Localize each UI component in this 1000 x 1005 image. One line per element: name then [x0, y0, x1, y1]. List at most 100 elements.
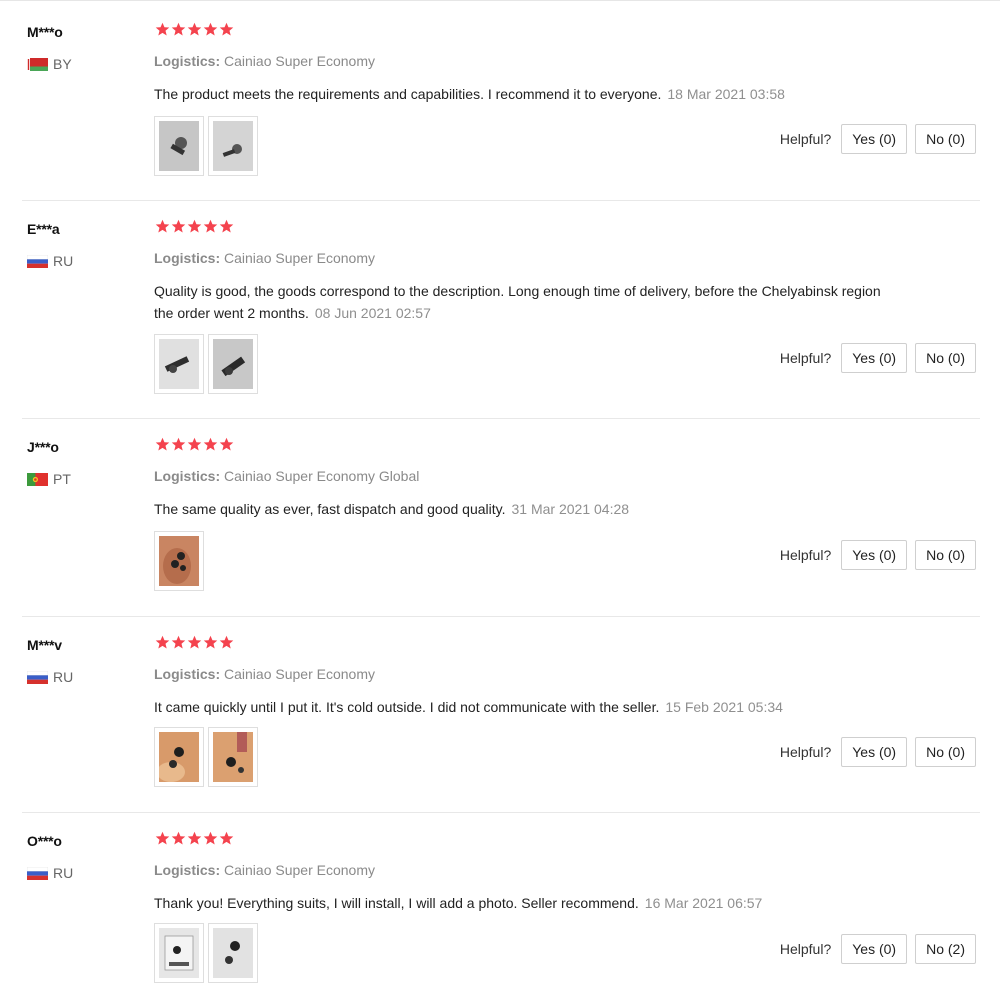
review-date: 08 Jun 2021 02:57: [314, 305, 431, 321]
star-icon: [203, 219, 218, 233]
review-text: It came quickly until I put it. It's col…: [154, 696, 884, 718]
star-icon: [219, 635, 234, 649]
star-icon: [203, 635, 218, 649]
star-rating: [155, 635, 234, 650]
star-icon: [219, 22, 234, 36]
review-photo-thumbnail[interactable]: [154, 116, 204, 176]
review-body: The product meets the requirements and c…: [154, 86, 662, 102]
logistics-value: Cainiao Super Economy: [224, 862, 375, 878]
review-photo-thumbnail[interactable]: [208, 116, 258, 176]
review-photo-thumbnail[interactable]: [154, 531, 204, 591]
review-item: J***o PT Logistics: Cainiao Super Econom…: [0, 415, 1000, 611]
review-photo-thumbnail[interactable]: [208, 923, 258, 983]
star-rating: [155, 219, 234, 234]
star-icon: [155, 437, 170, 451]
star-icon: [219, 437, 234, 451]
review-text: Quality is good, the goods correspond to…: [154, 280, 884, 324]
logistics-value: Cainiao Super Economy: [224, 53, 375, 69]
helpful-label: Helpful?: [779, 744, 832, 760]
helpful-vote: Helpful? Yes (0) No (0): [780, 540, 976, 570]
review-photo-thumbnail[interactable]: [208, 334, 258, 394]
logistics-info: Logistics: Cainiao Super Economy: [154, 53, 375, 69]
star-icon: [203, 831, 218, 845]
star-icon: [171, 831, 186, 845]
logistics-label: Logistics:: [154, 862, 221, 878]
star-icon: [171, 219, 186, 233]
review-date: 16 Mar 2021 06:57: [644, 895, 763, 911]
helpful-vote: Helpful? Yes (0) No (0): [780, 343, 976, 373]
helpful-no-button[interactable]: No (0): [915, 343, 976, 373]
helpful-yes-button[interactable]: Yes (0): [841, 540, 908, 570]
helpful-no-button[interactable]: No (2): [915, 934, 976, 964]
star-icon: [155, 219, 170, 233]
star-icon: [187, 22, 202, 36]
logistics-label: Logistics:: [154, 468, 221, 484]
review-body: The same quality as ever, fast dispatch …: [154, 501, 506, 517]
helpful-no-button[interactable]: No (0): [915, 540, 976, 570]
star-icon: [155, 22, 170, 36]
helpful-label: Helpful?: [779, 131, 832, 147]
logistics-info: Logistics: Cainiao Super Economy: [154, 666, 375, 682]
reviewer-country: RU: [27, 253, 73, 269]
reviewer-name: M***o: [27, 24, 63, 40]
helpful-vote: Helpful? Yes (0) No (0): [780, 737, 976, 767]
reviewer-country: PT: [27, 471, 71, 487]
review-text: The same quality as ever, fast dispatch …: [154, 498, 884, 520]
star-icon: [171, 22, 186, 36]
belarus-flag-icon: [27, 57, 48, 71]
star-icon: [171, 635, 186, 649]
reviewer-country: RU: [27, 669, 73, 685]
review-date: 15 Feb 2021 05:34: [665, 699, 783, 715]
logistics-value: Cainiao Super Economy: [224, 666, 375, 682]
logistics-label: Logistics:: [154, 250, 221, 266]
review-item: M***v RU Logistics: Cainiao Super Econom…: [0, 613, 1000, 809]
country-code: RU: [53, 253, 74, 269]
logistics-info: Logistics: Cainiao Super Economy: [154, 250, 375, 266]
review-photos: [154, 531, 204, 591]
reviewer-name: J***o: [27, 439, 59, 455]
logistics-label: Logistics:: [154, 666, 221, 682]
helpful-label: Helpful?: [779, 350, 832, 366]
helpful-no-button[interactable]: No (0): [915, 737, 976, 767]
country-code: PT: [53, 471, 71, 487]
russia-flag-icon: [27, 254, 48, 268]
helpful-yes-button[interactable]: Yes (0): [841, 343, 908, 373]
reviewer-name: O***o: [27, 833, 62, 849]
review-photos: [154, 727, 258, 787]
review-text: Thank you! Everything suits, I will inst…: [154, 892, 884, 914]
review-body: Thank you! Everything suits, I will inst…: [154, 895, 639, 911]
helpful-vote: Helpful? Yes (0) No (0): [780, 124, 976, 154]
reviewer-name: E***a: [27, 221, 60, 237]
reviewer-name: M***v: [27, 637, 62, 653]
star-icon: [219, 219, 234, 233]
review-photos: [154, 334, 258, 394]
review-photo-thumbnail[interactable]: [154, 334, 204, 394]
star-icon: [187, 437, 202, 451]
review-photo-thumbnail[interactable]: [154, 923, 204, 983]
review-photos: [154, 923, 258, 983]
helpful-vote: Helpful? Yes (0) No (2): [780, 934, 976, 964]
reviewer-country: RU: [27, 865, 73, 881]
star-icon: [187, 635, 202, 649]
star-icon: [187, 831, 202, 845]
star-rating: [155, 22, 234, 37]
helpful-label: Helpful?: [779, 941, 832, 957]
review-date: 18 Mar 2021 03:58: [667, 86, 785, 102]
review-text: The product meets the requirements and c…: [154, 83, 884, 105]
logistics-value: Cainiao Super Economy: [224, 250, 375, 266]
star-icon: [203, 22, 218, 36]
helpful-yes-button[interactable]: Yes (0): [841, 934, 908, 964]
review-item: O***o RU Logistics: Cainiao Super Econom…: [0, 809, 1000, 1005]
helpful-label: Helpful?: [779, 547, 832, 563]
review-photo-thumbnail[interactable]: [154, 727, 204, 787]
helpful-no-button[interactable]: No (0): [915, 124, 976, 154]
review-item: M***o BY Logistics: Cainiao Super Econom…: [0, 0, 1000, 196]
russia-flag-icon: [27, 866, 48, 880]
helpful-yes-button[interactable]: Yes (0): [841, 737, 908, 767]
helpful-yes-button[interactable]: Yes (0): [841, 124, 908, 154]
review-photo-thumbnail[interactable]: [208, 727, 258, 787]
review-body: Quality is good, the goods correspond to…: [154, 283, 881, 321]
logistics-info: Logistics: Cainiao Super Economy: [154, 862, 375, 878]
review-item: E***a RU Logistics: Cainiao Super Econom…: [0, 197, 1000, 394]
russia-flag-icon: [27, 670, 48, 684]
